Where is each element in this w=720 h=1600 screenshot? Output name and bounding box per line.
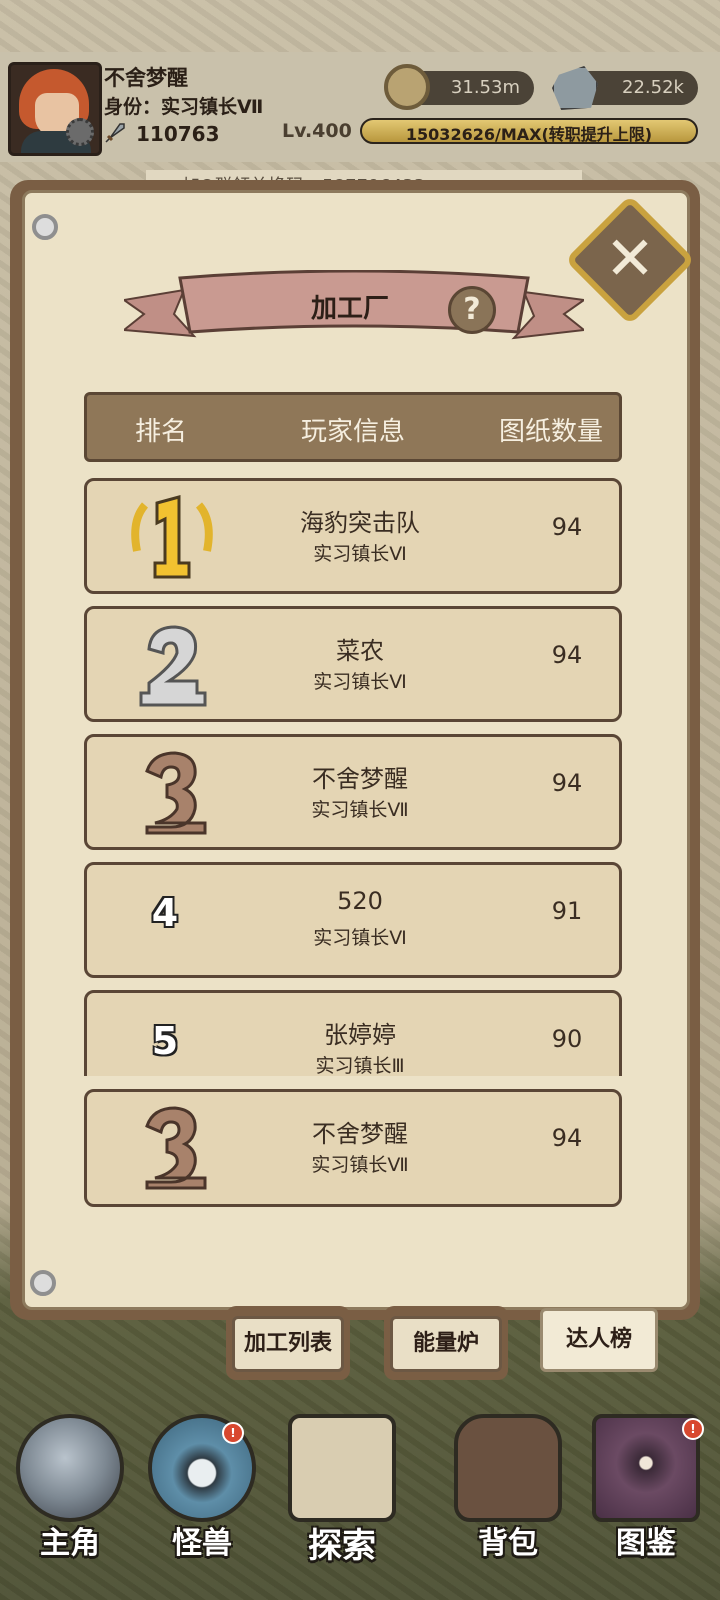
backpack-icon — [454, 1414, 562, 1522]
player-name: 不舍梦醒 — [312, 765, 408, 793]
my-ranking-row: 不舍梦醒 实习镇长Ⅶ 94 — [84, 1089, 622, 1207]
ore-value: 22.52k — [622, 77, 684, 98]
player-title: 身份：实习镇长Ⅶ — [104, 96, 264, 118]
blueprint-count: 91 — [551, 897, 583, 925]
ranking-row[interactable]: 菜农 实习镇长Ⅵ 94 — [84, 606, 622, 722]
column-rank: 排名 — [135, 417, 188, 447]
ranking-list[interactable]: 海豹突击队 实习镇长Ⅵ 94 菜农 实习镇长Ⅵ 94 不舍梦醒 实习镇长Ⅶ 94… — [80, 478, 630, 1076]
gold-medal-icon — [131, 495, 213, 579]
ranking-row[interactable]: 不舍梦醒 实习镇长Ⅶ 94 — [84, 734, 622, 850]
player-rank-title: 实习镇长Ⅶ — [311, 1154, 409, 1176]
exp-text: 15032626/MAX(转职提升上限) — [405, 125, 653, 144]
nav-explore-label: 探索 — [308, 1526, 376, 1566]
blueprint-count: 90 — [551, 1025, 583, 1053]
notification-badge: ! — [682, 1418, 704, 1440]
nav-explore[interactable]: 探索 — [280, 1400, 404, 1600]
tab-processing-list[interactable]: 加工列表 — [232, 1316, 344, 1372]
helmet-icon — [16, 1414, 124, 1522]
player-name: 张婷婷 — [324, 1021, 396, 1049]
bronze-medal-icon — [145, 1106, 207, 1190]
rank-number: 5 — [151, 1019, 179, 1063]
player-rank-title: 实习镇长Ⅵ — [313, 671, 407, 693]
column-blueprint-count: 图纸数量 — [499, 417, 604, 447]
player-level: Lv.400 — [282, 120, 352, 142]
notification-badge: ! — [222, 1422, 244, 1444]
rank-number: 4 — [151, 891, 179, 935]
player-rank-title: 实习镇长Ⅵ — [313, 543, 407, 565]
nav-monster[interactable]: ! 怪兽 — [140, 1400, 264, 1600]
nav-backpack[interactable]: 背包 — [446, 1400, 570, 1600]
sword-icon — [105, 123, 125, 143]
pin-icon — [32, 214, 58, 240]
player-name: 不舍梦醒 — [312, 1120, 408, 1148]
player-rank-title: 实习镇长Ⅵ — [313, 927, 407, 949]
player-name: 海豹突击队 — [300, 509, 420, 537]
blueprint-count: 94 — [551, 641, 583, 669]
player-rank-title: 实习镇长Ⅲ — [315, 1055, 405, 1076]
pin-icon — [30, 1270, 56, 1296]
nav-codex-label: 图鉴 — [616, 1526, 676, 1561]
panel-title: 加工厂 — [310, 294, 389, 324]
blueprint-count: 94 — [551, 513, 583, 541]
bronze-medal-icon — [145, 751, 207, 835]
player-name: 菜农 — [336, 637, 384, 665]
player-power: 110763 — [136, 122, 220, 146]
blueprint-count: 94 — [551, 769, 583, 797]
nav-hero-label: 主角 — [40, 1526, 100, 1561]
settings-gear-icon[interactable] — [66, 118, 94, 146]
nav-monster-label: 怪兽 — [172, 1526, 232, 1561]
table-header: 排名 玩家信息 图纸数量 — [84, 392, 622, 462]
silver-medal-icon — [139, 625, 207, 707]
help-icon[interactable]: ? — [448, 286, 496, 334]
close-icon[interactable]: ✕ — [604, 228, 656, 290]
blueprint-count: 94 — [551, 1124, 583, 1152]
player-rank-title: 实习镇长Ⅶ — [311, 799, 409, 821]
coin-icon — [384, 64, 430, 110]
nav-backpack-label: 背包 — [478, 1526, 538, 1561]
ranking-row[interactable]: 5 张婷婷 实习镇长Ⅲ 90 — [84, 990, 622, 1076]
coin-value: 31.53m — [450, 77, 520, 98]
ranking-row[interactable]: 海豹突击队 实习镇长Ⅵ 94 — [84, 478, 622, 594]
nav-codex[interactable]: ! 图鉴 — [584, 1400, 708, 1600]
nav-hero[interactable]: 主角 — [8, 1400, 132, 1600]
column-player-info: 玩家信息 — [301, 417, 406, 447]
player-name: 不舍梦醒 — [104, 66, 188, 90]
ranking-row[interactable]: 4 520 实习镇长Ⅵ 91 — [84, 862, 622, 978]
player-name: 520 — [337, 887, 383, 915]
map-icon — [288, 1414, 396, 1522]
tab-leaderboard[interactable]: 达人榜 — [540, 1308, 658, 1372]
tab-energy-furnace[interactable]: 能量炉 — [390, 1316, 502, 1372]
exp-bar: 15032626/MAX(转职提升上限) — [360, 118, 698, 144]
